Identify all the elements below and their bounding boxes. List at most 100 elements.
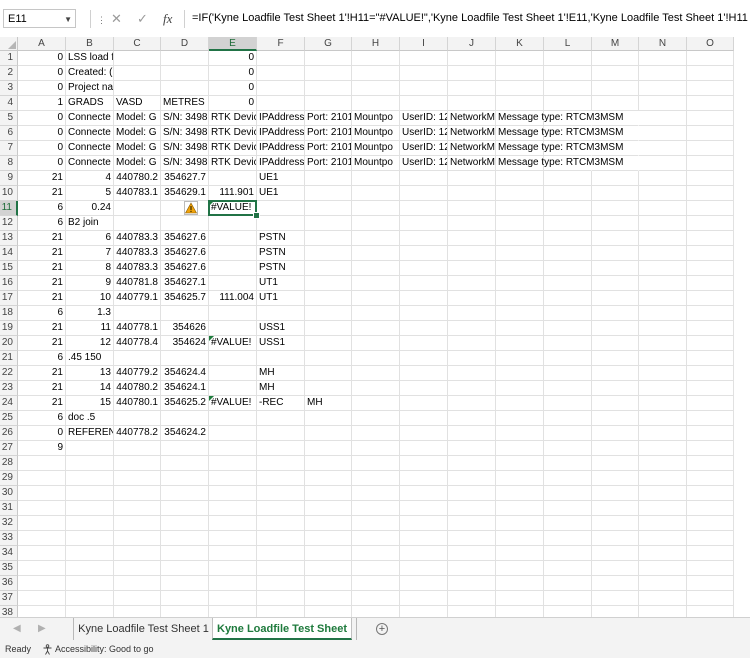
cell-m36[interactable]: [592, 576, 639, 591]
cell-h21[interactable]: [352, 351, 400, 366]
cell-d19[interactable]: 354626: [161, 321, 209, 336]
cell-e30[interactable]: [209, 486, 257, 501]
cell-j5[interactable]: NetworkM: [448, 111, 496, 126]
cell-a24[interactable]: 21: [18, 396, 66, 411]
cell-a34[interactable]: [18, 546, 66, 561]
cell-c24[interactable]: 440780.1: [114, 396, 161, 411]
cell-c35[interactable]: [114, 561, 161, 576]
column-header-e[interactable]: E: [209, 37, 257, 51]
cell-e29[interactable]: [209, 471, 257, 486]
cell-l31[interactable]: [544, 501, 592, 516]
cell-i28[interactable]: [400, 456, 448, 471]
cell-h6[interactable]: Mountpo: [352, 126, 400, 141]
cell-b31[interactable]: [66, 501, 114, 516]
cell-l26[interactable]: [544, 426, 592, 441]
cell-j24[interactable]: [448, 396, 496, 411]
cell-h32[interactable]: [352, 516, 400, 531]
cell-i8[interactable]: UserID: 12: [400, 156, 448, 171]
name-box[interactable]: E11 ▼: [3, 9, 76, 28]
row-header[interactable]: 30: [0, 486, 18, 501]
cell-i24[interactable]: [400, 396, 448, 411]
cell-c7[interactable]: Model: G: [114, 141, 161, 156]
cell-b26[interactable]: REFERENC: [66, 426, 114, 441]
cell-n36[interactable]: [639, 576, 687, 591]
cell-c38[interactable]: [114, 606, 161, 617]
cell-o34[interactable]: [687, 546, 734, 561]
row-header[interactable]: 36: [0, 576, 18, 591]
cell-k7[interactable]: Message type: RTCM3MSM: [496, 141, 623, 156]
cell-o9[interactable]: [687, 171, 734, 186]
cell-f2[interactable]: [257, 66, 305, 81]
column-header-f[interactable]: F: [257, 37, 305, 51]
cell-d10[interactable]: 354629.1: [161, 186, 209, 201]
cell-m27[interactable]: [592, 441, 639, 456]
cell-f25[interactable]: [257, 411, 305, 426]
cell-c21[interactable]: [114, 351, 161, 366]
cell-h13[interactable]: [352, 231, 400, 246]
cell-g30[interactable]: [305, 486, 352, 501]
cell-f17[interactable]: UT1: [257, 291, 305, 306]
row-header[interactable]: 34: [0, 546, 18, 561]
cell-g9[interactable]: [305, 171, 352, 186]
cell-m33[interactable]: [592, 531, 639, 546]
cell-a12[interactable]: 6: [18, 216, 66, 231]
cell-j28[interactable]: [448, 456, 496, 471]
cell-l14[interactable]: [544, 246, 592, 261]
cell-o11[interactable]: [687, 201, 734, 216]
cell-g14[interactable]: [305, 246, 352, 261]
cell-l22[interactable]: [544, 366, 592, 381]
cell-c11[interactable]: [114, 201, 161, 216]
cell-d4[interactable]: METRES: [161, 96, 209, 111]
cell-c31[interactable]: [114, 501, 161, 516]
cell-a18[interactable]: 6: [18, 306, 66, 321]
cell-d37[interactable]: [161, 591, 209, 606]
cell-m25[interactable]: [592, 411, 639, 426]
cell-h4[interactable]: [352, 96, 400, 111]
cell-f8[interactable]: IPAddress: [257, 156, 305, 171]
cell-k27[interactable]: [496, 441, 544, 456]
row-header[interactable]: 1: [0, 51, 18, 66]
cell-f27[interactable]: [257, 441, 305, 456]
cell-f19[interactable]: USS1: [257, 321, 305, 336]
cell-k20[interactable]: [496, 336, 544, 351]
row-header[interactable]: 24: [0, 396, 18, 411]
cell-c8[interactable]: Model: G: [114, 156, 161, 171]
cell-i2[interactable]: [400, 66, 448, 81]
cell-c15[interactable]: 440783.3: [114, 261, 161, 276]
fill-handle[interactable]: [253, 212, 260, 219]
cell-n18[interactable]: [639, 306, 687, 321]
cell-a10[interactable]: 21: [18, 186, 66, 201]
cell-f14[interactable]: PSTN: [257, 246, 305, 261]
cell-h27[interactable]: [352, 441, 400, 456]
cell-j35[interactable]: [448, 561, 496, 576]
cell-h18[interactable]: [352, 306, 400, 321]
cell-l36[interactable]: [544, 576, 592, 591]
cell-e16[interactable]: [209, 276, 257, 291]
cell-j12[interactable]: [448, 216, 496, 231]
cell-m16[interactable]: [592, 276, 639, 291]
cell-i7[interactable]: UserID: 12: [400, 141, 448, 156]
cell-o6[interactable]: [687, 126, 734, 141]
cell-n16[interactable]: [639, 276, 687, 291]
cell-n7[interactable]: [639, 141, 687, 156]
cell-d5[interactable]: S/N: 3498: [161, 111, 209, 126]
cell-k21[interactable]: [496, 351, 544, 366]
cell-a37[interactable]: [18, 591, 66, 606]
cell-g36[interactable]: [305, 576, 352, 591]
cell-i37[interactable]: [400, 591, 448, 606]
cell-f20[interactable]: USS1: [257, 336, 305, 351]
cell-g6[interactable]: Port: 2101: [305, 126, 352, 141]
cell-b37[interactable]: [66, 591, 114, 606]
cell-d28[interactable]: [161, 456, 209, 471]
cell-h38[interactable]: [352, 606, 400, 617]
cell-l4[interactable]: [544, 96, 592, 111]
cell-k8[interactable]: Message type: RTCM3MSM: [496, 156, 623, 171]
cell-e38[interactable]: [209, 606, 257, 617]
cell-j9[interactable]: [448, 171, 496, 186]
column-header-m[interactable]: M: [592, 37, 639, 51]
cell-m29[interactable]: [592, 471, 639, 486]
cell-l23[interactable]: [544, 381, 592, 396]
cell-k6[interactable]: Message type: RTCM3MSM: [496, 126, 623, 141]
cell-e26[interactable]: [209, 426, 257, 441]
cell-n34[interactable]: [639, 546, 687, 561]
